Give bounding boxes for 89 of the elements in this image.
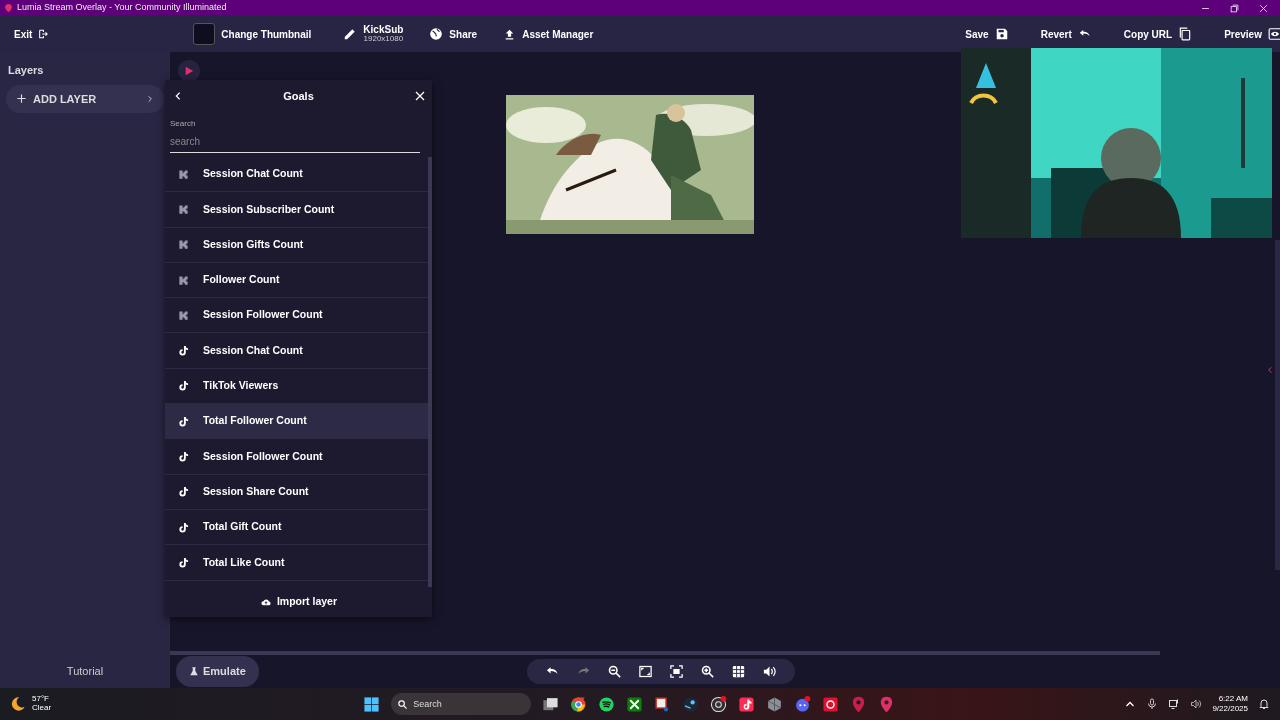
fullscreen-icon[interactable] [668, 664, 684, 679]
restore-icon[interactable] [1230, 3, 1239, 13]
copy-url-button[interactable]: Copy URL [1117, 26, 1199, 42]
resolution-text: 1920x1080 [363, 35, 404, 44]
goal-item[interactable]: Session Follower Count [165, 439, 428, 475]
music-note-icon [178, 415, 189, 427]
speaker-icon[interactable] [1190, 698, 1203, 710]
globe-icon [429, 27, 444, 41]
xbox-icon[interactable] [626, 695, 644, 713]
goal-item[interactable]: Session Subscriber Count [165, 192, 428, 228]
network-icon[interactable] [1168, 698, 1181, 710]
search-label: Search [170, 118, 197, 130]
preview-button[interactable]: Preview [1218, 26, 1280, 42]
goal-item[interactable]: TikTok Viewers [165, 368, 428, 405]
goal-item[interactable]: Total Follower Count [165, 404, 428, 440]
panel-title: Goals [283, 88, 314, 104]
taskbar-search-field[interactable]: Search [391, 693, 532, 715]
zoom-out-icon[interactable] [606, 664, 622, 679]
music-note-icon [178, 556, 189, 568]
panel-title: Layers [7, 63, 45, 78]
music-note-icon [178, 345, 189, 357]
microphone-icon[interactable] [1146, 698, 1159, 710]
emulate-button[interactable]: Emulate [176, 656, 259, 687]
music-note-icon [178, 521, 189, 533]
clock-time: 6:22 AM [1217, 694, 1248, 704]
import-layer-button[interactable]: Import layer [165, 587, 432, 617]
tutorial-button[interactable]: Tutorial [6, 661, 164, 680]
overlay-name-button[interactable]: KickSub 1920x1080 [337, 24, 410, 44]
music-note-icon [178, 451, 189, 462]
steam-icon[interactable] [682, 695, 700, 713]
browser-icon[interactable] [570, 695, 588, 713]
revert-button[interactable]: Revert [1034, 26, 1098, 42]
goal-item[interactable]: Session Gifts Count [165, 227, 428, 263]
hexagon-app-icon[interactable] [766, 695, 784, 713]
goal-item[interactable]: Follower Count [165, 262, 428, 299]
cloud-upload-icon [259, 597, 272, 607]
kick-logo-icon [178, 203, 189, 215]
copy-icon [1178, 27, 1193, 41]
app-logo-icon [4, 2, 13, 14]
goal-item[interactable]: Session Share Count [165, 474, 428, 510]
chevron-right-icon [146, 93, 154, 104]
windows-start-icon[interactable] [363, 695, 381, 713]
music-app-icon[interactable] [598, 695, 616, 713]
goal-item[interactable]: Total Gift Count [165, 509, 428, 546]
window-title: Lumia Stream Overlay - Your Community Illuminated [17, 1, 227, 15]
music-note-icon [178, 380, 189, 392]
kick-logo-icon [178, 168, 189, 180]
kick-logo-icon [178, 309, 189, 321]
pencil-icon [343, 27, 358, 41]
fit-screen-icon[interactable] [637, 664, 653, 679]
share-button[interactable]: Share [423, 26, 484, 42]
obs-icon[interactable] [710, 695, 728, 713]
close-icon[interactable] [1259, 3, 1268, 13]
save-icon [994, 27, 1009, 41]
moon-icon [10, 696, 26, 712]
temperature-text: 57°F [32, 695, 50, 704]
music-note-icon[interactable] [738, 695, 756, 713]
exit-icon [38, 29, 49, 39]
clock-date: 9/22/2025 [1212, 704, 1248, 714]
volume-icon[interactable] [761, 664, 777, 679]
add-layer-button[interactable]: ADD LAYER [6, 84, 164, 113]
goal-item[interactable]: Session Follower Count [165, 298, 428, 334]
music-note-icon [178, 486, 189, 498]
exit-button[interactable]: Exit [8, 26, 55, 42]
grid-icon[interactable] [730, 664, 746, 679]
save-button[interactable]: Save [959, 26, 1015, 42]
goal-item[interactable]: Session Chat Count [165, 333, 428, 369]
search-field[interactable]: search [170, 130, 420, 153]
close-icon[interactable] [414, 90, 426, 102]
weather-condition: Clear [32, 704, 52, 713]
change-thumbnail-button[interactable]: Change Thumbnail [187, 23, 318, 45]
kick-logo-icon [178, 239, 189, 251]
back-icon[interactable] [173, 91, 183, 101]
plus-icon [16, 93, 27, 105]
zoom-in-icon[interactable] [699, 664, 715, 679]
asset-manager-button[interactable]: Asset Manager [497, 26, 600, 42]
kick-logo-icon [178, 274, 189, 286]
ring-app-icon[interactable] [822, 695, 840, 713]
play-icon [184, 66, 194, 76]
goal-item[interactable]: Total Like Count [165, 545, 428, 581]
flask-icon [189, 666, 199, 677]
notification-bell-icon[interactable] [1258, 698, 1270, 710]
goal-item[interactable]: Session Chat Count [165, 157, 428, 193]
thumbnail-swatch [193, 23, 216, 45]
task-view-icon[interactable] [542, 695, 560, 713]
chat-app-icon[interactable] [794, 695, 812, 713]
overlay-name: KickSub [363, 24, 404, 36]
pointer-tool-button[interactable] [178, 60, 200, 82]
search-icon [397, 698, 409, 710]
